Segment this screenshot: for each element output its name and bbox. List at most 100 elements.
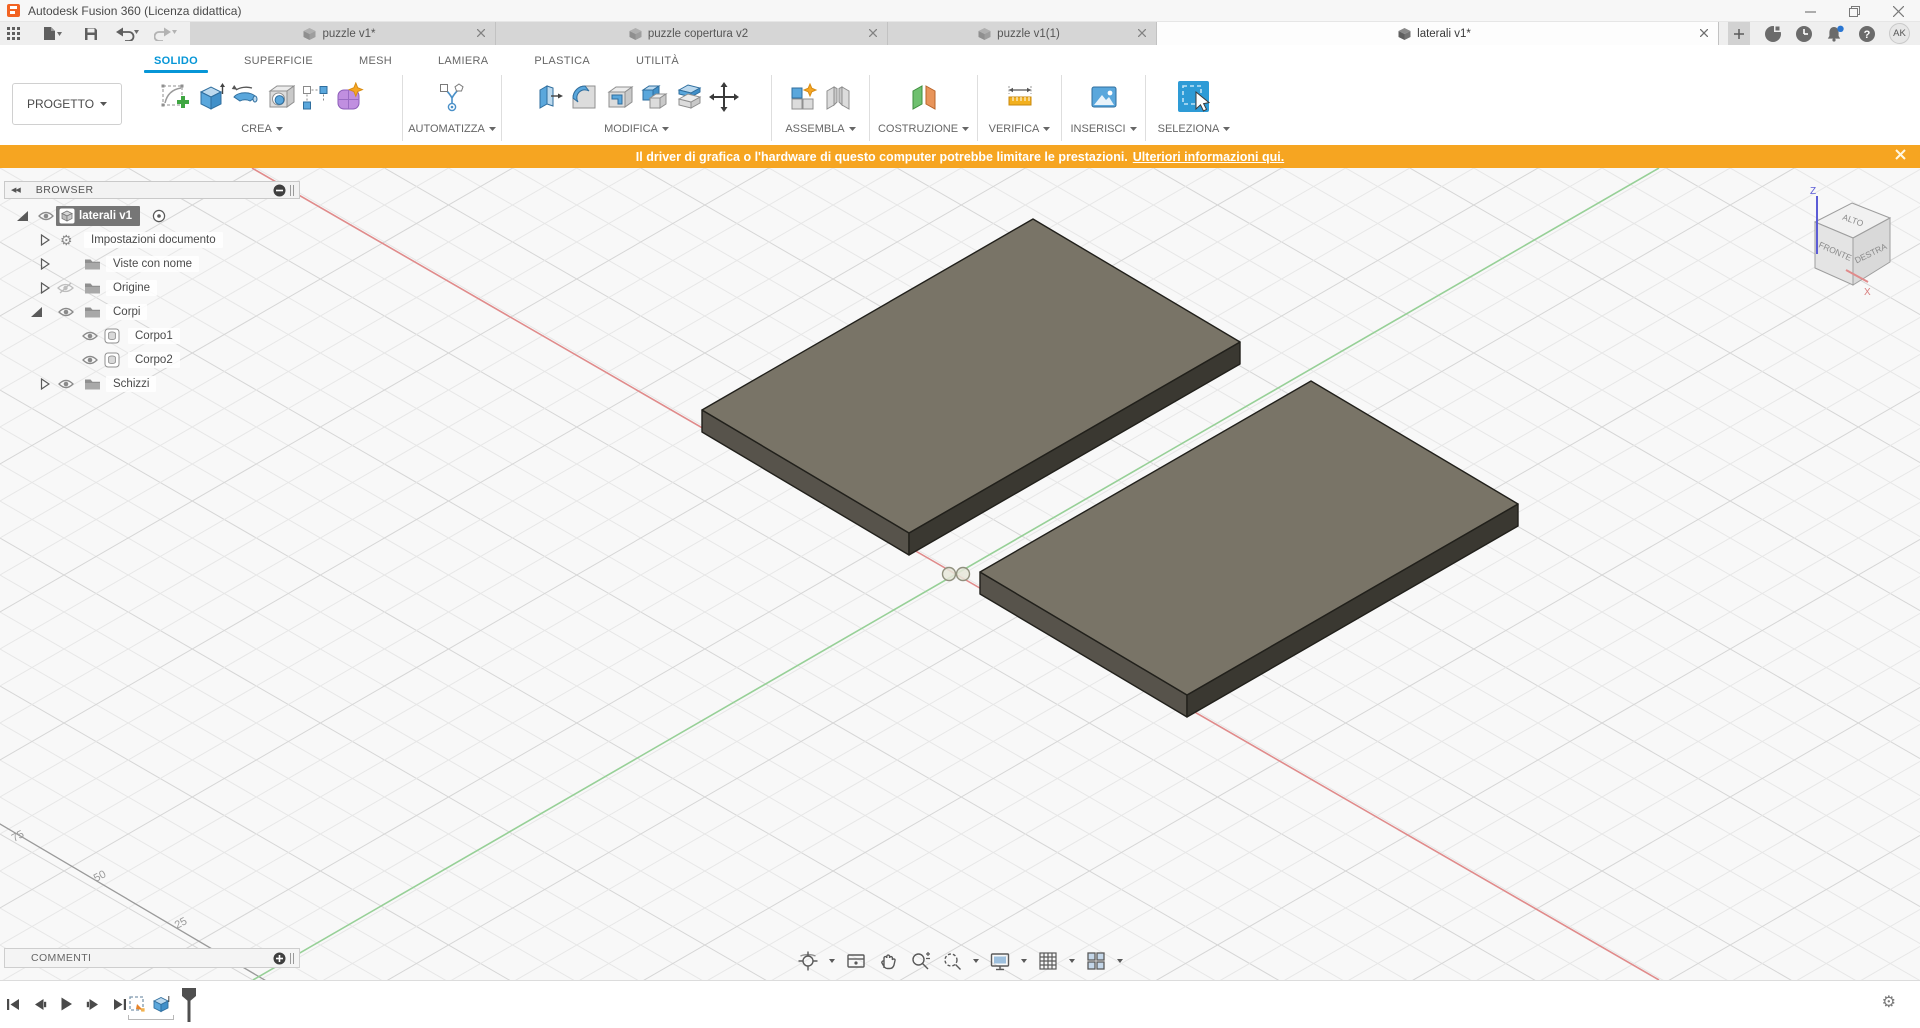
step-forward-button[interactable] bbox=[86, 998, 100, 1011]
browser-header[interactable]: ◀◀ BROWSER bbox=[4, 181, 300, 199]
insert-image-icon[interactable] bbox=[1088, 79, 1120, 115]
joint-icon[interactable] bbox=[822, 79, 854, 115]
view-cube[interactable]: ALTO FRONTE DESTRA Z X bbox=[1802, 182, 1912, 307]
visibility-eye-icon[interactable] bbox=[58, 307, 74, 318]
close-tab-icon[interactable] bbox=[1700, 29, 1708, 37]
group-label-verifica[interactable]: VERIFICA bbox=[989, 123, 1051, 135]
collapsed-triangle-icon[interactable] bbox=[40, 258, 50, 270]
chevron-down-icon[interactable] bbox=[1018, 959, 1030, 963]
redo-icon[interactable] bbox=[150, 22, 182, 45]
group-label-costruzione[interactable]: COSTRUZIONE bbox=[878, 123, 970, 135]
tab-mesh[interactable]: MESH bbox=[357, 53, 394, 77]
tab-plastica[interactable]: PLASTICA bbox=[532, 53, 592, 77]
step-back-button[interactable] bbox=[33, 998, 47, 1011]
tree-row-root[interactable]: laterali v1 bbox=[0, 204, 310, 228]
model-viewport[interactable]: 75 50 25 ALTO FRONTE DESTRA Z X ◀◀ BROWS… bbox=[0, 168, 1920, 980]
expanded-triangle-icon[interactable] bbox=[16, 210, 29, 222]
fillet-icon[interactable] bbox=[568, 79, 600, 115]
add-comment-icon[interactable] bbox=[273, 952, 286, 965]
select-icon[interactable] bbox=[1174, 77, 1214, 117]
minimize-button[interactable] bbox=[1788, 0, 1832, 22]
group-label-seleziona[interactable]: SELEZIONA bbox=[1158, 123, 1231, 135]
collapse-panel-icon[interactable]: ◀◀ bbox=[11, 186, 21, 194]
display-settings-monitor-icon[interactable] bbox=[986, 950, 1014, 972]
panel-grip[interactable] bbox=[290, 952, 294, 964]
measure-icon[interactable] bbox=[1004, 79, 1036, 115]
group-label-crea[interactable]: CREA bbox=[241, 123, 283, 135]
doc-tab-puzzle-copertura-v2[interactable]: puzzle copertura v2 bbox=[496, 22, 888, 45]
undo-icon[interactable] bbox=[112, 22, 144, 45]
play-button[interactable] bbox=[60, 997, 73, 1011]
banner-link[interactable]: Ulteriori informazioni qui. bbox=[1133, 150, 1284, 164]
collapsed-triangle-icon[interactable] bbox=[40, 234, 50, 246]
group-label-assembla[interactable]: ASSEMBLA bbox=[785, 123, 856, 135]
doc-tab-puzzle-v1[interactable]: puzzle v1* bbox=[190, 22, 496, 45]
tree-row-corpo1[interactable]: Corpo1 bbox=[0, 324, 310, 348]
visibility-eye-icon[interactable] bbox=[82, 331, 98, 342]
close-tab-icon[interactable] bbox=[1138, 29, 1146, 37]
extrude-icon[interactable] bbox=[194, 79, 226, 115]
display-settings-icon[interactable] bbox=[273, 184, 286, 197]
notifications-bell-icon[interactable] bbox=[1826, 25, 1845, 43]
tree-row-impostazioni-documento[interactable]: ⚙ Impostazioni documento bbox=[0, 228, 310, 252]
project-menu-button[interactable]: PROGETTO bbox=[12, 83, 122, 125]
go-to-end-button[interactable] bbox=[113, 998, 127, 1011]
viewports-icon[interactable] bbox=[1082, 950, 1110, 972]
visibility-off-eye-icon[interactable] bbox=[57, 282, 74, 295]
tree-row-corpo2[interactable]: Corpo2 bbox=[0, 348, 310, 372]
banner-close-icon[interactable] bbox=[1895, 149, 1906, 160]
tree-row-corpi[interactable]: Corpi bbox=[0, 300, 310, 324]
visibility-eye-icon[interactable] bbox=[38, 211, 54, 222]
rectangular-pattern-icon[interactable] bbox=[299, 79, 331, 115]
construction-plane-icon[interactable] bbox=[908, 79, 940, 115]
panel-grip[interactable] bbox=[290, 184, 294, 196]
create-form-icon[interactable] bbox=[334, 79, 366, 115]
group-label-inserisci[interactable]: INSERISCI bbox=[1070, 123, 1137, 135]
create-sketch-icon[interactable] bbox=[159, 79, 191, 115]
combine-icon[interactable] bbox=[638, 79, 670, 115]
tree-row-viste-con-nome[interactable]: Viste con nome bbox=[0, 252, 310, 276]
app-grid-icon[interactable] bbox=[3, 22, 24, 45]
revolve-icon[interactable] bbox=[229, 79, 261, 115]
job-status-clock-icon[interactable] bbox=[1795, 25, 1813, 43]
group-label-automatizza[interactable]: AUTOMATIZZA bbox=[408, 123, 496, 135]
visibility-eye-icon[interactable] bbox=[82, 355, 98, 366]
chevron-down-icon[interactable] bbox=[1114, 959, 1126, 963]
chevron-down-icon[interactable] bbox=[826, 959, 838, 963]
expanded-triangle-icon[interactable] bbox=[30, 306, 43, 318]
close-tab-icon[interactable] bbox=[477, 29, 485, 37]
collapsed-triangle-icon[interactable] bbox=[40, 282, 50, 294]
visibility-eye-icon[interactable] bbox=[58, 379, 74, 390]
orbit-icon[interactable] bbox=[794, 950, 822, 972]
restore-button[interactable] bbox=[1832, 0, 1876, 22]
extrude-feature-icon[interactable] bbox=[152, 995, 170, 1013]
sketch-feature-icon[interactable] bbox=[128, 995, 146, 1013]
tab-utilita[interactable]: UTILITÀ bbox=[634, 53, 681, 77]
new-tab-button[interactable] bbox=[1728, 22, 1750, 45]
comments-panel-header[interactable]: COMMENTI bbox=[4, 948, 300, 968]
help-icon[interactable]: ? bbox=[1858, 25, 1876, 43]
look-at-icon[interactable] bbox=[842, 950, 870, 972]
doc-tab-laterali-v1[interactable]: laterali v1* bbox=[1157, 22, 1719, 45]
chevron-down-icon[interactable] bbox=[970, 959, 982, 963]
timeline-position-marker[interactable] bbox=[180, 987, 198, 1023]
grid-settings-icon[interactable] bbox=[1034, 950, 1062, 972]
tab-solido[interactable]: SOLIDO bbox=[144, 53, 208, 77]
user-avatar[interactable]: AK bbox=[1889, 23, 1910, 44]
close-window-button[interactable] bbox=[1876, 0, 1920, 22]
shell-icon[interactable] bbox=[603, 79, 635, 115]
tab-superficie[interactable]: SUPERFICIE bbox=[242, 53, 315, 77]
extensions-icon[interactable] bbox=[1764, 24, 1782, 43]
tree-row-origine[interactable]: Origine bbox=[0, 276, 310, 300]
save-icon[interactable] bbox=[80, 22, 102, 45]
activate-component-radio[interactable] bbox=[152, 209, 166, 223]
collapsed-triangle-icon[interactable] bbox=[40, 378, 50, 390]
zoom-icon[interactable] bbox=[906, 950, 934, 972]
pan-hand-icon[interactable] bbox=[874, 950, 902, 972]
new-component-icon[interactable] bbox=[787, 79, 819, 115]
zoom-fit-icon[interactable] bbox=[938, 950, 966, 972]
group-label-modifica[interactable]: MODIFICA bbox=[604, 123, 669, 135]
hole-icon[interactable] bbox=[264, 79, 296, 115]
split-body-icon[interactable] bbox=[673, 79, 705, 115]
root-document-item[interactable]: laterali v1 bbox=[56, 206, 141, 226]
